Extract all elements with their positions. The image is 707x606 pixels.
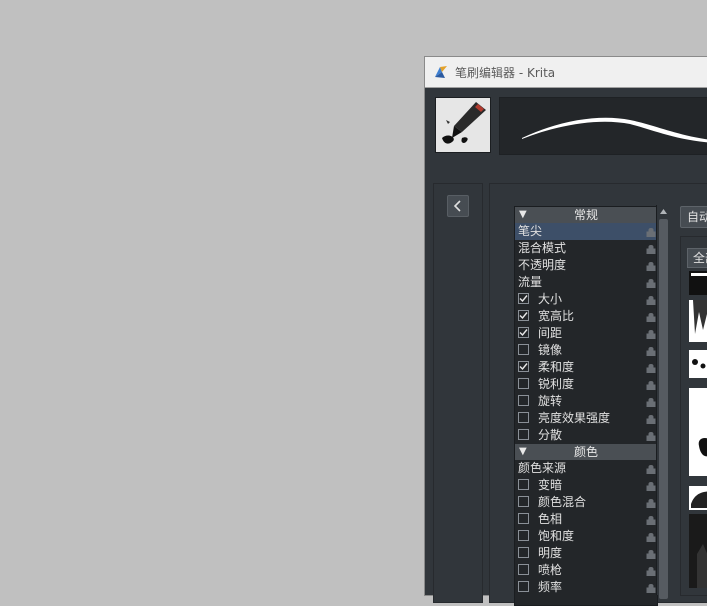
option-mirror[interactable]: 镜像 xyxy=(515,342,657,359)
lock-icon[interactable] xyxy=(646,531,656,542)
scroll-up-arrow[interactable] xyxy=(657,205,670,217)
lock-icon[interactable] xyxy=(646,548,656,559)
size-checkbox[interactable] xyxy=(518,293,529,304)
option-sharpness[interactable]: 锐利度 xyxy=(515,376,657,393)
mirror-checkbox[interactable] xyxy=(518,344,529,355)
softness-checkbox[interactable] xyxy=(518,361,529,372)
brush-tip-thumbnail[interactable] xyxy=(689,388,707,476)
collapse-triangle-icon: ▼ xyxy=(519,209,527,220)
preset-header xyxy=(425,88,707,158)
stroke-preview-curve xyxy=(522,117,707,143)
option-darken[interactable]: 变暗 xyxy=(515,477,657,494)
brush-tip-thumbnail[interactable] xyxy=(689,514,707,588)
brush-tip-thumbnail[interactable] xyxy=(689,486,707,510)
brush-options-list[interactable]: ▼ 常规 笔尖 混合模式 不透明度 流量 大小 宽高比 间距 镜像 柔和度 锐利… xyxy=(514,206,658,606)
darken-checkbox[interactable] xyxy=(518,479,529,490)
section-header-color[interactable]: ▼ 颜色 xyxy=(515,444,657,460)
spacing-checkbox[interactable] xyxy=(518,327,529,338)
option-rotation[interactable]: 旋转 xyxy=(515,393,657,410)
option-value[interactable]: 明度 xyxy=(515,545,657,562)
brush-tip-thumbnail[interactable] xyxy=(689,271,707,295)
option-saturation[interactable]: 饱和度 xyxy=(515,528,657,545)
check-icon xyxy=(519,295,528,303)
lock-icon[interactable] xyxy=(646,413,656,424)
option-opacity[interactable]: 不透明度 xyxy=(515,257,657,274)
check-icon xyxy=(519,329,528,337)
lock-icon[interactable] xyxy=(646,243,656,254)
brush-tip-shape xyxy=(689,514,707,588)
lock-icon[interactable] xyxy=(646,480,656,491)
stroke-preview[interactable] xyxy=(499,97,707,155)
option-lightness-strength[interactable]: 亮度效果强度 xyxy=(515,410,657,427)
lock-icon[interactable] xyxy=(646,345,656,356)
scrollbar-thumb[interactable] xyxy=(659,219,668,599)
option-scatter[interactable]: 分散 xyxy=(515,427,657,444)
check-icon xyxy=(519,363,528,371)
lock-icon[interactable] xyxy=(646,514,656,525)
hue-checkbox[interactable] xyxy=(518,513,529,524)
options-scrollbar[interactable] xyxy=(656,205,670,599)
lock-icon[interactable] xyxy=(646,497,656,508)
lock-icon[interactable] xyxy=(646,294,656,305)
option-hue[interactable]: 色相 xyxy=(515,511,657,528)
collapse-triangle-icon: ▼ xyxy=(519,446,527,457)
option-flow[interactable]: 流量 xyxy=(515,274,657,291)
lock-icon[interactable] xyxy=(646,430,656,441)
brush-pen-icon xyxy=(442,102,486,144)
lock-icon[interactable] xyxy=(646,226,656,237)
lightness-strength-checkbox[interactable] xyxy=(518,412,529,423)
brush-tip-shape xyxy=(693,300,707,334)
lock-icon[interactable] xyxy=(646,260,656,271)
option-softness[interactable]: 柔和度 xyxy=(515,359,657,376)
option-airbrush[interactable]: 喷枪 xyxy=(515,562,657,579)
brush-tip-shape xyxy=(691,491,707,508)
brush-preset-thumbnail[interactable] xyxy=(435,97,491,153)
title-bar[interactable]: 笔刷编辑器 - Krita xyxy=(425,57,707,88)
option-ratio[interactable]: 宽高比 xyxy=(515,308,657,325)
lock-icon[interactable] xyxy=(646,565,656,576)
rate-checkbox[interactable] xyxy=(518,581,529,592)
krita-icon xyxy=(435,66,447,78)
brush-tip-thumbnail[interactable] xyxy=(689,300,707,342)
rotation-checkbox[interactable] xyxy=(518,395,529,406)
scatter-checkbox[interactable] xyxy=(518,429,529,440)
option-brush-tip[interactable]: 笔尖 xyxy=(515,223,657,240)
brush-tip-thumbnail[interactable] xyxy=(689,350,707,378)
lock-icon[interactable] xyxy=(646,362,656,373)
chevron-up-icon xyxy=(660,208,667,214)
lock-icon[interactable] xyxy=(646,463,656,474)
section-header-general[interactable]: ▼ 常规 xyxy=(515,207,657,223)
settings-panel: ▼ 常规 笔尖 混合模式 不透明度 流量 大小 宽高比 间距 镜像 柔和度 锐利… xyxy=(489,183,707,606)
window-title: 笔刷编辑器 - Krita xyxy=(455,65,556,80)
option-size[interactable]: 大小 xyxy=(515,291,657,308)
lock-icon[interactable] xyxy=(646,311,656,322)
option-spacing[interactable]: 间距 xyxy=(515,325,657,342)
lock-icon[interactable] xyxy=(646,379,656,390)
auto-brush-button[interactable]: 自动 xyxy=(680,206,707,228)
brush-tip-shape xyxy=(689,271,707,295)
lock-icon[interactable] xyxy=(646,396,656,407)
option-blending-mode[interactable]: 混合模式 xyxy=(515,240,657,257)
check-icon xyxy=(519,312,528,320)
sharpness-checkbox[interactable] xyxy=(518,378,529,389)
airbrush-checkbox[interactable] xyxy=(518,564,529,575)
chevron-left-icon xyxy=(453,200,461,212)
brush-tip-shape xyxy=(692,359,706,369)
value-checkbox[interactable] xyxy=(518,547,529,558)
mix-checkbox[interactable] xyxy=(518,496,529,507)
ratio-checkbox[interactable] xyxy=(518,310,529,321)
lock-icon[interactable] xyxy=(646,277,656,288)
tag-filter-all[interactable]: 全部 xyxy=(687,248,707,268)
brush-tip-shape xyxy=(698,438,707,457)
collapse-presets-button[interactable] xyxy=(447,195,469,217)
preset-chooser-panel xyxy=(433,183,483,603)
option-mix[interactable]: 颜色混合 xyxy=(515,494,657,511)
option-color-source[interactable]: 颜色来源 xyxy=(515,460,657,477)
lock-icon[interactable] xyxy=(646,328,656,339)
saturation-checkbox[interactable] xyxy=(518,530,529,541)
